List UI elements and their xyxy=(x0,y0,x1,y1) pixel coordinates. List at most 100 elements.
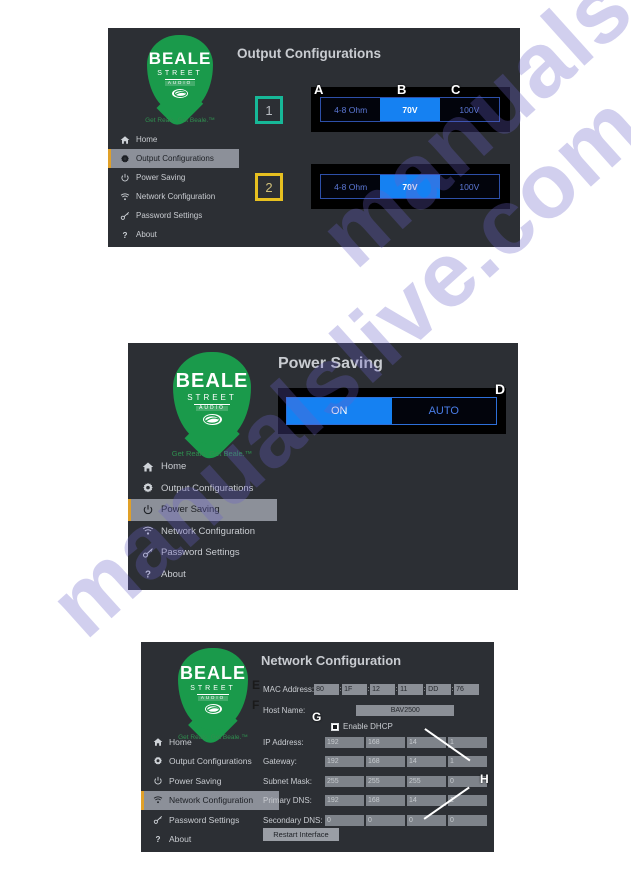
network-octet-input[interactable]: 0 xyxy=(366,814,405,826)
sidebar-item-home[interactable]: Home xyxy=(141,732,279,752)
network-octet-input[interactable]: 14 xyxy=(407,756,446,767)
sidebar-item-power-saving[interactable]: Power Saving xyxy=(128,499,277,521)
enable-dhcp-checkbox[interactable] xyxy=(331,722,339,731)
page-title: Output Configurations xyxy=(237,46,381,61)
callout-label-h: H xyxy=(480,772,489,786)
callout-label-f: F xyxy=(252,698,260,712)
mac-address-label: MAC Address: xyxy=(263,685,315,694)
network-octet-input[interactable]: 168 xyxy=(366,756,405,767)
power-saving-screen: BEALE STREET AUDIO Get Reals. Get Beale.… xyxy=(128,343,518,590)
swirl-logo-icon xyxy=(172,88,188,98)
brand-name-line3: AUDIO xyxy=(197,696,229,701)
sidebar-item-label: Home xyxy=(136,135,158,144)
question-icon: ? xyxy=(114,230,136,240)
gear-icon xyxy=(135,482,161,494)
sidebar-item-label: About xyxy=(161,568,186,580)
home-icon xyxy=(114,135,136,145)
network-octet-input[interactable]: 168 xyxy=(366,795,405,806)
network-octet-input[interactable]: 255 xyxy=(407,775,446,787)
power-saving-option-on[interactable]: ON xyxy=(287,398,392,424)
power-saving-toggle[interactable]: ON AUTO xyxy=(286,397,497,425)
channel-1-impedance-toggle[interactable]: 4-8 Ohm 70V 100V xyxy=(320,97,500,122)
sidebar-item-label: Network Configuration xyxy=(169,795,254,806)
mac-octet-1[interactable]: 80 xyxy=(314,684,340,695)
network-field-label: Gateway: xyxy=(263,757,297,766)
channel-badge-2: 2 xyxy=(255,173,283,201)
sidebar-item-power-saving[interactable]: Power Saving xyxy=(141,771,279,791)
channel-1-option-100v[interactable]: 100V xyxy=(440,98,499,121)
channel-2-option-4-8-ohm[interactable]: 4-8 Ohm xyxy=(321,175,380,198)
network-octet-input[interactable]: 168 xyxy=(366,736,405,748)
network-field-row: Secondary DNS: 0 0 0 0 xyxy=(263,814,489,826)
mac-octet-6[interactable]: 76 xyxy=(454,684,480,695)
network-configuration-screen: BEALE STREET AUDIO Get Reals. Get Beale.… xyxy=(141,642,494,852)
network-octet-input[interactable]: 192 xyxy=(325,756,364,767)
sidebar-item-label: Password Settings xyxy=(161,547,240,559)
sidebar-item-label: Power Saving xyxy=(136,173,186,182)
sidebar-item-label: Home xyxy=(161,461,187,473)
channel-2-option-70v[interactable]: 70V xyxy=(380,175,440,198)
sidebar-item-network-configuration[interactable]: Network Configuration xyxy=(141,790,279,810)
gear-icon xyxy=(114,154,136,164)
host-name-row: Host Name: BAV2500 xyxy=(263,704,455,716)
callout-label-c: C xyxy=(451,82,461,97)
brand-name-line3: AUDIO xyxy=(196,406,228,411)
enable-dhcp-label: Enable DHCP xyxy=(343,722,393,731)
network-octet-input[interactable]: 255 xyxy=(366,775,405,787)
restart-interface-button[interactable]: Restart Interface xyxy=(263,828,339,841)
sidebar-item-output-configurations[interactable]: Output Configurations xyxy=(108,149,239,168)
network-octet-input[interactable]: 14 xyxy=(407,795,446,806)
mac-octet-3[interactable]: 12 xyxy=(370,684,396,695)
sidebar-item-power-saving[interactable]: Power Saving xyxy=(108,168,239,187)
enable-dhcp-row[interactable]: Enable DHCP xyxy=(331,722,393,731)
sidebar-item-network-configuration[interactable]: Network Configuration xyxy=(128,521,277,543)
power-icon xyxy=(114,173,136,183)
sidebar-item-password-settings[interactable]: Password Settings xyxy=(128,542,277,564)
sidebar-item-label: About xyxy=(136,230,157,239)
power-saving-control-backdrop: ON AUTO xyxy=(278,388,506,434)
svg-text:?: ? xyxy=(145,570,151,581)
sidebar-item-about[interactable]: ? About xyxy=(108,225,239,244)
power-saving-option-auto[interactable]: AUTO xyxy=(392,398,497,424)
network-octet-input[interactable]: 192 xyxy=(325,795,364,806)
sidebar-item-home[interactable]: Home xyxy=(128,456,277,478)
sidebar-item-home[interactable]: Home xyxy=(108,130,239,149)
brand-name-line2: STREET xyxy=(187,393,237,402)
network-octet-input[interactable]: 192 xyxy=(325,736,364,748)
host-name-input[interactable]: BAV2500 xyxy=(356,704,455,716)
network-field-row: Gateway: 192 168 14 1 xyxy=(263,756,489,768)
callout-label-e: E xyxy=(252,678,261,692)
host-name-label: Host Name: xyxy=(263,705,306,715)
network-octet-input[interactable]: 0 xyxy=(325,814,364,826)
network-octet-input[interactable]: 1 xyxy=(448,736,487,748)
sidebar-item-output-configurations[interactable]: Output Configurations xyxy=(128,478,277,500)
network-octet-input[interactable]: 0 xyxy=(448,814,487,826)
mac-octet-5[interactable]: DD xyxy=(426,684,452,695)
question-icon: ? xyxy=(135,568,161,581)
gear-icon xyxy=(147,756,169,766)
key-icon xyxy=(147,815,169,825)
channel-1-option-70v[interactable]: 70V xyxy=(380,98,440,121)
mac-octet-2[interactable]: 1F xyxy=(342,684,368,695)
sidebar-item-about[interactable]: ? About xyxy=(141,830,279,850)
channel-2-option-100v[interactable]: 100V xyxy=(440,175,499,198)
sidebar-item-label: Power Saving xyxy=(161,504,220,516)
sidebar-item-output-configurations[interactable]: Output Configurations xyxy=(141,752,279,772)
sidebar-item-password-settings[interactable]: Password Settings xyxy=(108,206,239,225)
sidebar-nav: Home Output Configurations Power Saving Net… xyxy=(108,130,239,244)
wifi-icon xyxy=(147,795,169,805)
sidebar-item-label: About xyxy=(169,834,192,845)
network-octet-input[interactable]: 255 xyxy=(325,775,364,787)
mac-octet-4[interactable]: 11 xyxy=(398,684,424,695)
sidebar-item-about[interactable]: ? About xyxy=(128,564,277,586)
network-field-label: Secondary DNS: xyxy=(263,815,323,825)
sidebar-item-network-configuration[interactable]: Network Configuration xyxy=(108,187,239,206)
wifi-icon xyxy=(114,192,136,202)
channel-2-impedance-toggle[interactable]: 4-8 Ohm 70V 100V xyxy=(320,174,500,199)
page-title: Network Configuration xyxy=(261,653,402,668)
callout-label-d: D xyxy=(495,381,506,397)
sidebar-item-label: Network Configuration xyxy=(136,192,216,201)
callout-label-g: G xyxy=(312,710,322,724)
sidebar-item-password-settings[interactable]: Password Settings xyxy=(141,810,279,830)
channel-1-option-4-8-ohm[interactable]: 4-8 Ohm xyxy=(321,98,380,121)
